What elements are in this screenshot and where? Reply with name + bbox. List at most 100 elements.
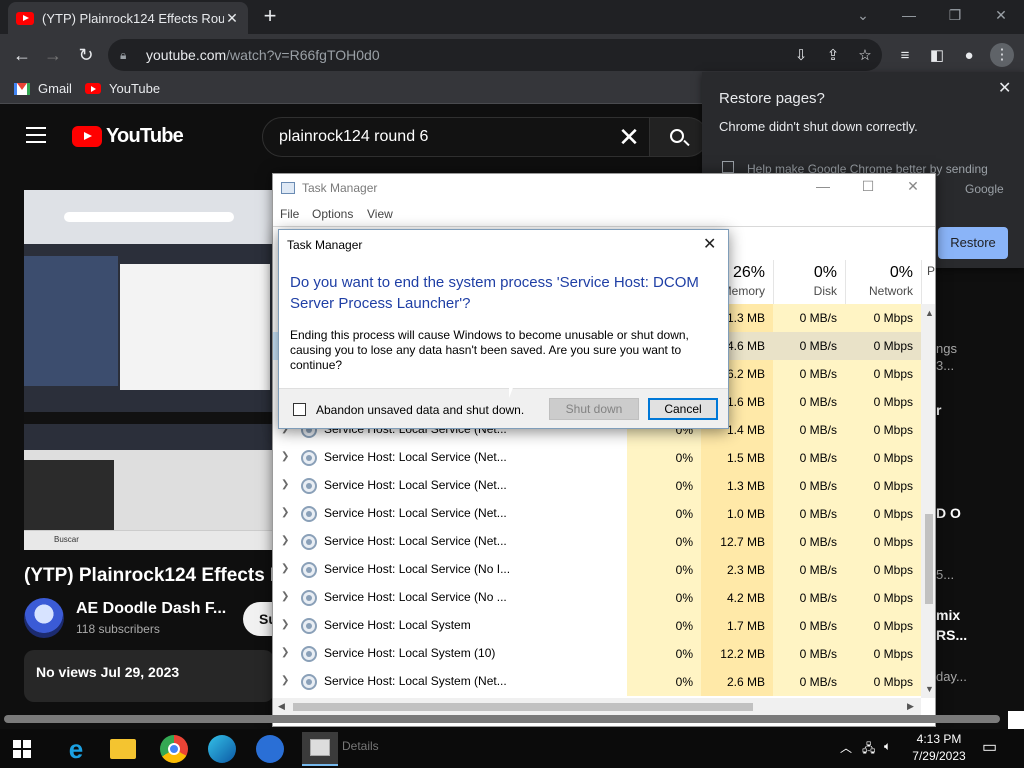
lock-icon[interactable]: 🔒︎ [120,48,136,63]
process-name-cell[interactable]: ❯ Service Host: Local System (Net... [273,668,627,696]
menu-options[interactable]: Options [312,207,353,221]
file-explorer-icon[interactable] [110,739,136,759]
restore-button[interactable]: Restore [938,227,1008,259]
edge-icon[interactable] [208,735,236,763]
tab-close-icon[interactable]: ✕ [224,10,240,27]
menu-file[interactable]: File [280,207,299,221]
process-row[interactable]: ❯ Service Host: Local Service (Net... 0%1.… [273,472,921,500]
process-row[interactable]: ❯ Service Host: Local Service (Net... 0% 12… [273,528,921,556]
back-arrow-icon[interactable]: ← [9,42,35,68]
process-row[interactable]: ❯ Service Host: Local System (10) 0% 12.2 M… [273,640,921,668]
expand-chevron-icon[interactable]: ❯ [281,451,289,462]
network-icon[interactable]: 🖧︎ [862,739,875,760]
scroll-thumb[interactable] [925,514,933,604]
tm-maximize-button[interactable]: ☐ [845,178,891,195]
video-player[interactable]: Buscar [24,190,274,550]
shut-down-button[interactable]: Shut down [549,398,639,420]
youtube-search-input[interactable]: plainrock124 round 6 ✕ [262,117,650,157]
share-icon[interactable]: ⇪ [823,47,843,65]
expand-chevron-icon[interactable]: ❯ [281,675,289,686]
task-manager-titlebar[interactable]: Task Manager — ☐ ✕ [273,174,935,204]
hamburger-menu-icon[interactable] [26,127,46,143]
column-header-disk[interactable]: 0% Disk [773,260,845,304]
process-list-horizontal-scrollbar[interactable]: ◀ ▶ [273,698,921,716]
process-list-vertical-scrollbar[interactable]: ▲ ▼ [921,304,935,698]
channel-avatar[interactable] [24,598,64,638]
expand-chevron-icon[interactable]: ❯ [281,563,289,574]
windows-start-icon[interactable] [13,740,31,758]
close-icon[interactable]: ✕ [998,78,1011,98]
scroll-down-icon[interactable]: ▼ [925,684,934,694]
expand-chevron-icon[interactable]: ❯ [281,535,289,546]
process-name-cell[interactable]: ❯ Service Host: Local Service (Net... [273,472,627,500]
process-name-cell[interactable]: ❯ Service Host: Local Service (No I... [273,556,627,584]
tm-close-button[interactable]: ✕ [890,178,935,195]
volume-icon[interactable]: 🔈︎ [884,739,891,754]
clear-search-icon[interactable]: ✕ [609,122,649,153]
reload-icon[interactable]: ↻ [73,42,99,68]
expand-chevron-icon[interactable]: ❯ [281,619,289,630]
profile-icon[interactable]: ● [958,46,980,66]
abandon-data-label[interactable]: Abandon unsaved data and shut down. [316,403,524,417]
process-name-cell[interactable]: ❯ Service Host: Local Service (Net... [273,444,627,472]
help-improve-checkbox[interactable] [722,161,734,173]
forward-arrow-icon[interactable]: → [40,42,66,68]
network-cell: 0 Mbps [845,668,921,696]
column-header-power[interactable]: P [921,260,935,304]
expand-chevron-icon[interactable]: ❯ [281,507,289,518]
expand-chevron-icon[interactable]: ❯ [281,647,289,658]
side-panel-icon[interactable]: ◧ [926,46,948,66]
expand-chevron-icon[interactable]: ❯ [281,479,289,490]
browser-tab-youtube[interactable]: (YTP) Plainrock124 Effects Round ✕ [8,2,248,34]
system-clock[interactable]: 4:13 PM 7/29/2023 [906,731,972,765]
install-app-icon[interactable]: ⇩ [791,47,811,65]
bookmark-youtube[interactable]: YouTube [85,81,160,96]
expand-chevron-icon[interactable]: ❯ [281,591,289,602]
scroll-left-icon[interactable]: ◀ [278,701,285,712]
youtube-search-button[interactable] [650,117,708,157]
task-manager-menubar: File Options View [273,204,935,226]
restore-window-button[interactable]: ❐ [932,0,978,30]
chrome-menu-icon[interactable]: ⋮ [990,43,1014,67]
internet-explorer-icon[interactable]: e [62,735,90,763]
notification-icon[interactable]: ▭ [982,737,997,757]
media-controls-icon[interactable]: ≡ [894,46,916,66]
column-header-network[interactable]: 0% Network [845,260,921,304]
video-description-box[interactable]: No views Jul 29, 2023 [24,650,274,702]
chrome-icon[interactable] [160,735,188,763]
process-name-cell[interactable]: ❯ Service Host: Local Service (Net... [273,500,627,528]
tab-search-icon[interactable]: ⌄ [840,0,886,30]
process-row[interactable]: ❯ Service Host: Local Service (No ... 0% 4.… [273,584,921,612]
process-row[interactable]: ❯ Service Host: Local System (Net... 0% 2.6… [273,668,921,696]
abandon-data-checkbox[interactable] [293,403,306,416]
dialog-close-icon[interactable]: ✕ [703,234,716,254]
process-row[interactable]: ❯ Service Host: Local Service (Net... 0%1.… [273,444,921,472]
process-name-cell[interactable]: ❯ Service Host: Local Service (No ... [273,584,627,612]
youtube-logo[interactable]: YouTube [72,125,184,148]
bookmark-gmail[interactable]: Gmail [14,81,72,96]
network-cell: 0 Mbps [845,472,921,500]
page-horizontal-scrollbar[interactable] [4,715,1000,723]
service-gear-icon [301,618,317,634]
bookmark-star-icon[interactable]: ☆ [855,47,875,65]
close-window-button[interactable]: ✕ [978,0,1024,30]
menu-view[interactable]: View [367,207,393,221]
process-row[interactable]: ❯ Service Host: Local Service (No I... 0% 2… [273,556,921,584]
process-name-cell[interactable]: ❯ Service Host: Local Service (Net... [273,528,627,556]
channel-name[interactable]: AE Doodle Dash F... [76,600,226,618]
tray-overflow-icon[interactable]: ︿ [840,739,852,756]
scroll-up-icon[interactable]: ▲ [925,308,934,318]
process-row[interactable]: ❯ Service Host: Local System 0% 1.7 MB 0 MB/… [273,612,921,640]
task-manager-taskbar-icon[interactable] [302,732,338,766]
new-tab-button[interactable]: + [258,4,282,28]
scroll-thumb[interactable] [293,703,753,711]
process-name-cell[interactable]: ❯ Service Host: Local System (10) [273,640,627,668]
thunderbird-icon[interactable] [256,735,284,763]
scroll-right-icon[interactable]: ▶ [907,701,914,712]
minimize-button[interactable]: — [886,0,932,30]
cancel-button[interactable]: Cancel [648,398,718,420]
process-row[interactable]: ❯ Service Host: Local Service (Net... 0%1.… [273,500,921,528]
process-name-cell[interactable]: ❯ Service Host: Local System [273,612,627,640]
tm-minimize-button[interactable]: — [800,178,846,194]
address-bar[interactable]: 🔒︎ youtube.com/watch?v=R66fgTOH0d0 [108,39,882,71]
